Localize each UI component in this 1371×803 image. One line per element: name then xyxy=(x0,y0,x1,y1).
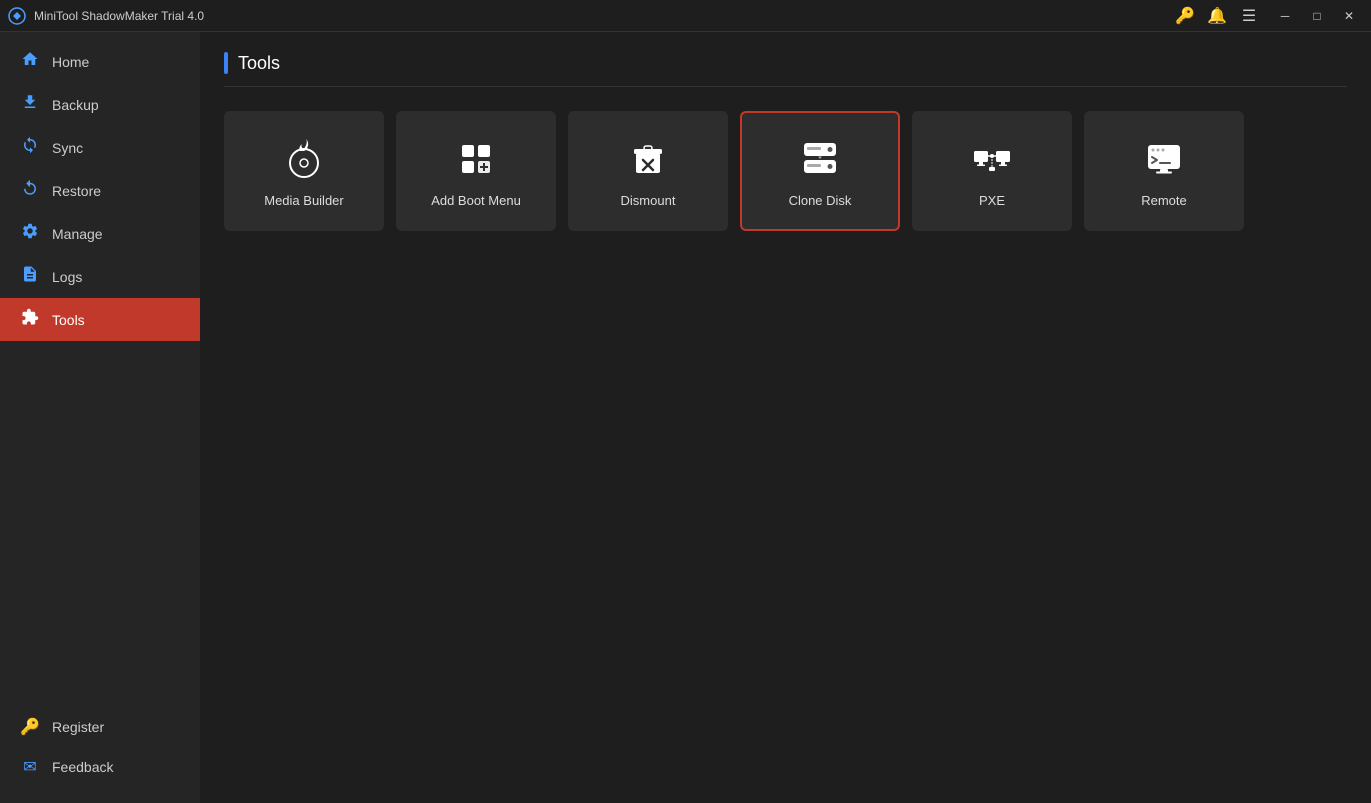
tool-label-media-builder: Media Builder xyxy=(264,193,344,208)
sidebar-label-manage: Manage xyxy=(52,226,103,242)
sidebar-item-restore[interactable]: Restore xyxy=(0,169,200,212)
sidebar-item-feedback[interactable]: ✉ Feedback xyxy=(0,747,200,787)
sidebar-item-register[interactable]: 🔑 Register xyxy=(0,707,200,747)
close-button[interactable]: ✕ xyxy=(1335,6,1363,26)
toolbar-icons: 🔑 🔔 ☰ xyxy=(1171,6,1263,26)
sidebar-nav: Home Backup Sync Restore xyxy=(0,40,200,341)
remote-icon xyxy=(1140,135,1188,183)
media-builder-icon xyxy=(280,135,328,183)
titlebar: MiniTool ShadowMaker Trial 4.0 🔑 🔔 ☰ ─ □… xyxy=(0,0,1371,32)
key-icon[interactable]: 🔑 xyxy=(1171,6,1199,26)
tool-label-clone-disk: Clone Disk xyxy=(789,193,852,208)
tool-card-clone-disk[interactable]: Clone Disk xyxy=(740,111,900,231)
tool-label-add-boot-menu: Add Boot Menu xyxy=(431,193,521,208)
tool-card-dismount[interactable]: Dismount xyxy=(568,111,728,231)
window-controls: ─ □ ✕ xyxy=(1271,6,1363,26)
sidebar-label-home: Home xyxy=(52,54,89,70)
logs-icon xyxy=(20,265,40,288)
sidebar-label-feedback: Feedback xyxy=(52,759,113,775)
sidebar-item-tools[interactable]: Tools xyxy=(0,298,200,341)
dismount-icon xyxy=(624,135,672,183)
clone-disk-icon xyxy=(796,135,844,183)
sidebar-label-backup: Backup xyxy=(52,97,99,113)
feedback-mail-icon: ✉ xyxy=(20,757,40,777)
tool-card-add-boot-menu[interactable]: Add Boot Menu xyxy=(396,111,556,231)
bell-icon[interactable]: 🔔 xyxy=(1203,6,1231,26)
tool-card-remote[interactable]: Remote xyxy=(1084,111,1244,231)
restore-icon xyxy=(20,179,40,202)
backup-icon xyxy=(20,93,40,116)
pxe-icon xyxy=(968,135,1016,183)
tool-label-dismount: Dismount xyxy=(621,193,676,208)
app-body: Home Backup Sync Restore xyxy=(0,32,1371,803)
page-title: Tools xyxy=(238,53,280,74)
tool-label-remote: Remote xyxy=(1141,193,1187,208)
sidebar-label-sync: Sync xyxy=(52,140,83,156)
sidebar-label-register: Register xyxy=(52,719,104,735)
titlebar-title: MiniTool ShadowMaker Trial 4.0 xyxy=(34,9,1171,23)
sidebar-item-logs[interactable]: Logs xyxy=(0,255,200,298)
main-content: Tools Media Builder xyxy=(200,32,1371,803)
sidebar: Home Backup Sync Restore xyxy=(0,32,200,803)
maximize-button[interactable]: □ xyxy=(1303,6,1331,26)
sidebar-bottom: 🔑 Register ✉ Feedback xyxy=(0,707,200,803)
sync-icon xyxy=(20,136,40,159)
tool-card-media-builder[interactable]: Media Builder xyxy=(224,111,384,231)
page-header: Tools xyxy=(224,52,1347,87)
sidebar-item-backup[interactable]: Backup xyxy=(0,83,200,126)
sidebar-label-tools: Tools xyxy=(52,312,85,328)
tools-icon xyxy=(20,308,40,331)
app-logo xyxy=(8,7,26,25)
sidebar-label-logs: Logs xyxy=(52,269,82,285)
header-accent-bar xyxy=(224,52,228,74)
sidebar-item-manage[interactable]: Manage xyxy=(0,212,200,255)
sidebar-item-sync[interactable]: Sync xyxy=(0,126,200,169)
tools-grid: Media Builder Add Boot Men xyxy=(224,111,1347,231)
tool-label-pxe: PXE xyxy=(979,193,1005,208)
sidebar-item-home[interactable]: Home xyxy=(0,40,200,83)
tool-card-pxe[interactable]: PXE xyxy=(912,111,1072,231)
menu-icon[interactable]: ☰ xyxy=(1235,6,1263,26)
home-icon xyxy=(20,50,40,73)
add-boot-menu-icon xyxy=(452,135,500,183)
sidebar-label-restore: Restore xyxy=(52,183,101,199)
register-key-icon: 🔑 xyxy=(20,717,40,737)
manage-icon xyxy=(20,222,40,245)
minimize-button[interactable]: ─ xyxy=(1271,6,1299,26)
